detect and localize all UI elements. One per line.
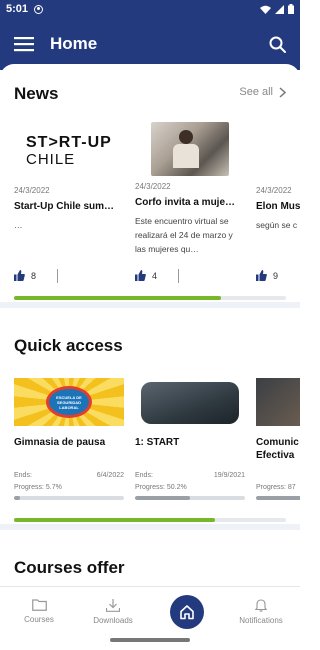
like-count: 9 — [273, 270, 279, 281]
news-excerpt: Este encuentro virtual se realizará el 2… — [135, 216, 233, 254]
course-progress-fill — [256, 496, 300, 500]
news-card[interactable]: 24/3/2022 Elon Mus según se c — [256, 122, 300, 260]
ends-label: Ends: — [14, 472, 32, 479]
nav-downloads[interactable]: Downloads — [78, 599, 148, 625]
course-progress-fill — [14, 496, 21, 500]
course-ends: Ends: 6/4/2022 — [14, 472, 124, 479]
page-title: Home — [50, 34, 98, 53]
news-date: 24/3/2022 — [256, 186, 292, 195]
course-title: Gimnasia de pausa — [14, 437, 106, 448]
quick-access-card[interactable]: ESCUELA DE SEGURIDAD LABORAL Gimnasia de… — [14, 378, 129, 449]
app-bar: Home — [0, 18, 300, 70]
notification-dot-icon — [34, 4, 44, 14]
search-icon[interactable] — [269, 36, 286, 53]
nav-courses-label: Courses — [24, 615, 54, 624]
course-image — [135, 378, 245, 426]
course-progress-label: Progress: 50.2% — [135, 484, 187, 491]
battery-icon — [288, 4, 294, 14]
course-image — [256, 378, 300, 426]
courses-offer-section-title: Courses offer — [14, 558, 125, 577]
like-button[interactable]: 9 — [256, 270, 278, 281]
course-progress-bar — [135, 496, 245, 500]
ends-date: 19/9/2021 — [213, 472, 245, 479]
signal-icon — [275, 4, 284, 14]
course-progress-label: Progress: 87 — [256, 484, 296, 491]
quick-access-card[interactable]: Comunic Efectiva — [256, 378, 300, 462]
news-section-title: News — [14, 84, 59, 103]
news-card[interactable]: ST>RT-UP CHILE 24/3/2022 Start-Up Chile … — [14, 122, 129, 260]
folder-icon — [31, 599, 47, 611]
news-scroll-fill — [14, 296, 221, 300]
bell-icon — [255, 599, 267, 612]
nav-courses[interactable]: Courses — [4, 599, 74, 624]
quick-access-scroll-indicator — [14, 518, 286, 522]
ends-date: 6/4/2022 — [96, 472, 124, 479]
see-all-label: See all — [239, 86, 273, 98]
gesture-handle[interactable] — [110, 638, 190, 642]
status-bar: 5:01 — [0, 0, 300, 18]
news-title: Start-Up Chile sum… — [14, 201, 115, 212]
course-progress-bar — [14, 496, 124, 500]
nav-notifications[interactable]: Notifications — [226, 599, 296, 625]
news-date: 24/3/2022 — [135, 182, 171, 191]
like-count: 4 — [152, 270, 158, 281]
course-image: ESCUELA DE SEGURIDAD LABORAL — [14, 378, 124, 426]
section-separator — [0, 524, 300, 530]
news-title: Elon Mus — [256, 201, 300, 212]
quick-access-section-title: Quick access — [14, 336, 123, 355]
course-progress-label: Progress: 5.7% — [14, 484, 62, 491]
see-all-link[interactable]: See all — [239, 86, 286, 98]
news-title: Corfo invita a muje… — [135, 197, 236, 208]
news-image — [151, 122, 229, 176]
quick-access-scroll-fill — [14, 518, 216, 522]
nav-home-button[interactable] — [170, 595, 204, 629]
news-image: ST>RT-UP CHILE — [14, 122, 122, 180]
course-title: Comunic Efectiva — [256, 437, 299, 461]
divider — [57, 269, 58, 283]
news-scroll-indicator — [14, 296, 286, 300]
section-separator — [0, 302, 300, 308]
news-card[interactable]: 24/3/2022 Corfo invita a muje… Este encu… — [135, 122, 250, 256]
like-button[interactable]: 4 — [135, 270, 157, 281]
download-icon — [106, 599, 120, 612]
home-icon — [180, 605, 194, 620]
thumbs-up-icon — [135, 270, 146, 281]
status-icons — [260, 4, 294, 14]
nav-notifications-label: Notifications — [239, 616, 283, 625]
startup-chile-logo-line2: CHILE — [26, 151, 76, 168]
ends-label: Ends: — [135, 472, 153, 479]
startup-chile-logo-line1: ST>RT-UP — [26, 134, 112, 151]
like-button[interactable]: 8 — [14, 270, 36, 281]
like-count: 8 — [31, 270, 37, 281]
course-progress-fill — [135, 496, 191, 500]
wifi-icon — [260, 5, 271, 14]
nav-downloads-label: Downloads — [93, 616, 133, 625]
chevron-right-icon — [279, 86, 286, 98]
thumbs-up-icon — [14, 270, 25, 281]
thumbs-up-icon — [256, 270, 267, 281]
news-excerpt: … — [14, 220, 23, 230]
news-image — [256, 122, 300, 180]
main-content: News See all ST>RT-UP CHILE 24/3/2022 St… — [0, 64, 300, 586]
course-progress-bar — [256, 496, 300, 500]
news-date: 24/3/2022 — [14, 186, 50, 195]
course-ends: Ends: 19/9/2021 — [135, 472, 245, 479]
news-excerpt: según se c — [256, 220, 298, 230]
quick-access-card[interactable]: 1: START — [135, 378, 250, 449]
divider — [178, 269, 179, 283]
course-title: 1: START — [135, 437, 180, 448]
menu-icon[interactable] — [14, 36, 34, 52]
course-badge-text: ESCUELA DE SEGURIDAD LABORAL — [56, 394, 82, 410]
status-time: 5:01 — [6, 3, 29, 15]
